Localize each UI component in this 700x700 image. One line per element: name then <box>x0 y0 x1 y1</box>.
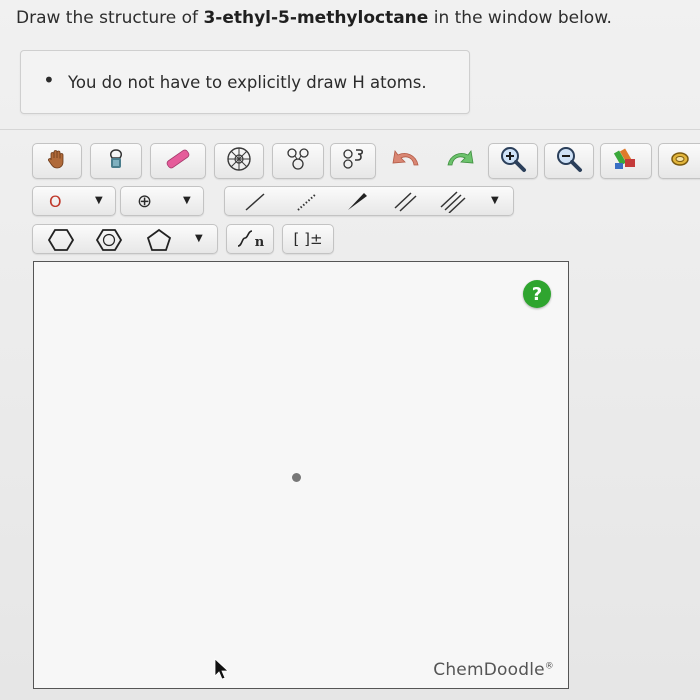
redo-button[interactable] <box>436 143 480 179</box>
clean-button[interactable] <box>600 143 652 179</box>
eraser-icon <box>162 147 194 175</box>
wedge-bond-icon <box>348 193 367 210</box>
double-bond-button[interactable] <box>385 190 425 214</box>
cyclopentane-button[interactable] <box>139 227 179 253</box>
brand-name: ChemDoodle <box>433 660 545 680</box>
section-divider <box>0 129 700 130</box>
wedge-bond-button[interactable] <box>337 190 377 214</box>
bracket-tool-button[interactable]: [ ]± <box>282 224 334 254</box>
double-bond-icon <box>394 192 417 212</box>
undo-button[interactable] <box>386 143 430 179</box>
help-icon[interactable]: ? <box>523 280 551 308</box>
canvas-center-dot <box>292 473 301 482</box>
plus-charge-icon: ⊕ <box>137 190 153 212</box>
zoom-out-icon <box>555 145 583 177</box>
hint-bullet: • <box>43 68 55 92</box>
chevron-down-icon: ▼ <box>183 195 191 206</box>
undo-arrow-icon <box>390 145 426 177</box>
pentagon-icon <box>146 228 172 251</box>
question-suffix: in the window below. <box>428 8 612 28</box>
chain-icon: n <box>236 228 264 250</box>
copy-button[interactable] <box>272 143 324 179</box>
bond-more-chevron-icon[interactable]: ▼ <box>491 195 499 206</box>
zoom-out-button[interactable] <box>544 143 594 179</box>
gold-chain-icon <box>669 146 697 176</box>
clean-tool-icon <box>611 145 641 177</box>
question-text: Draw the structure of 3-ethyl-5-methyloc… <box>16 8 612 28</box>
triple-bond-button[interactable] <box>433 190 473 214</box>
copy-molecule-icon <box>283 146 313 176</box>
single-bond-button[interactable] <box>235 190 275 214</box>
hand-tool-button[interactable] <box>32 143 82 179</box>
mouse-pointer-icon <box>214 658 230 684</box>
lasso-tool-button[interactable] <box>90 143 142 179</box>
triple-bond-icon <box>440 191 466 213</box>
bond-tool-group: ▼ <box>224 186 514 216</box>
ring-more-chevron-icon[interactable]: ▼ <box>195 233 203 244</box>
bracket-charge-label: [ ]± <box>293 230 323 248</box>
zoom-in-button[interactable] <box>488 143 538 179</box>
hashed-bond-button[interactable] <box>287 190 327 214</box>
eraser-tool-button[interactable] <box>150 143 206 179</box>
ring-template-icon <box>226 146 252 176</box>
chevron-down-icon: ▼ <box>95 195 103 206</box>
paste-molecule-icon <box>339 146 367 176</box>
lasso-icon <box>103 146 129 176</box>
element-label: O <box>49 191 62 211</box>
drawing-canvas[interactable]: ? ChemDoodle® <box>33 261 569 689</box>
redo-arrow-icon <box>440 145 476 177</box>
hand-icon <box>45 147 69 175</box>
chain-tool-button[interactable]: n <box>226 224 274 254</box>
benzene-icon <box>96 229 122 251</box>
question-prefix: Draw the structure of <box>16 8 204 28</box>
hexagon-icon <box>48 229 74 251</box>
chain-n-label: n <box>254 235 265 250</box>
hint-text: You do not have to explicitly draw H ato… <box>68 73 427 92</box>
hashed-bond-icon <box>297 193 317 211</box>
element-selector[interactable]: O ▼ <box>32 186 116 216</box>
single-bond-icon <box>245 193 265 211</box>
settings-button[interactable] <box>658 143 700 179</box>
zoom-in-icon <box>499 145 527 177</box>
chemdoodle-brand: ChemDoodle® <box>433 660 554 680</box>
ring-template-button[interactable] <box>214 143 264 179</box>
ring-tool-group: ▼ <box>32 224 218 254</box>
benzene-button[interactable] <box>89 227 129 253</box>
charge-selector[interactable]: ⊕ ▼ <box>120 186 204 216</box>
compound-name: 3-ethyl-5-methyloctane <box>203 8 429 28</box>
paste-button[interactable] <box>330 143 376 179</box>
hint-box: • You do not have to explicitly draw H a… <box>20 50 470 114</box>
cyclohexane-button[interactable] <box>41 227 81 253</box>
registered-mark: ® <box>544 661 554 672</box>
